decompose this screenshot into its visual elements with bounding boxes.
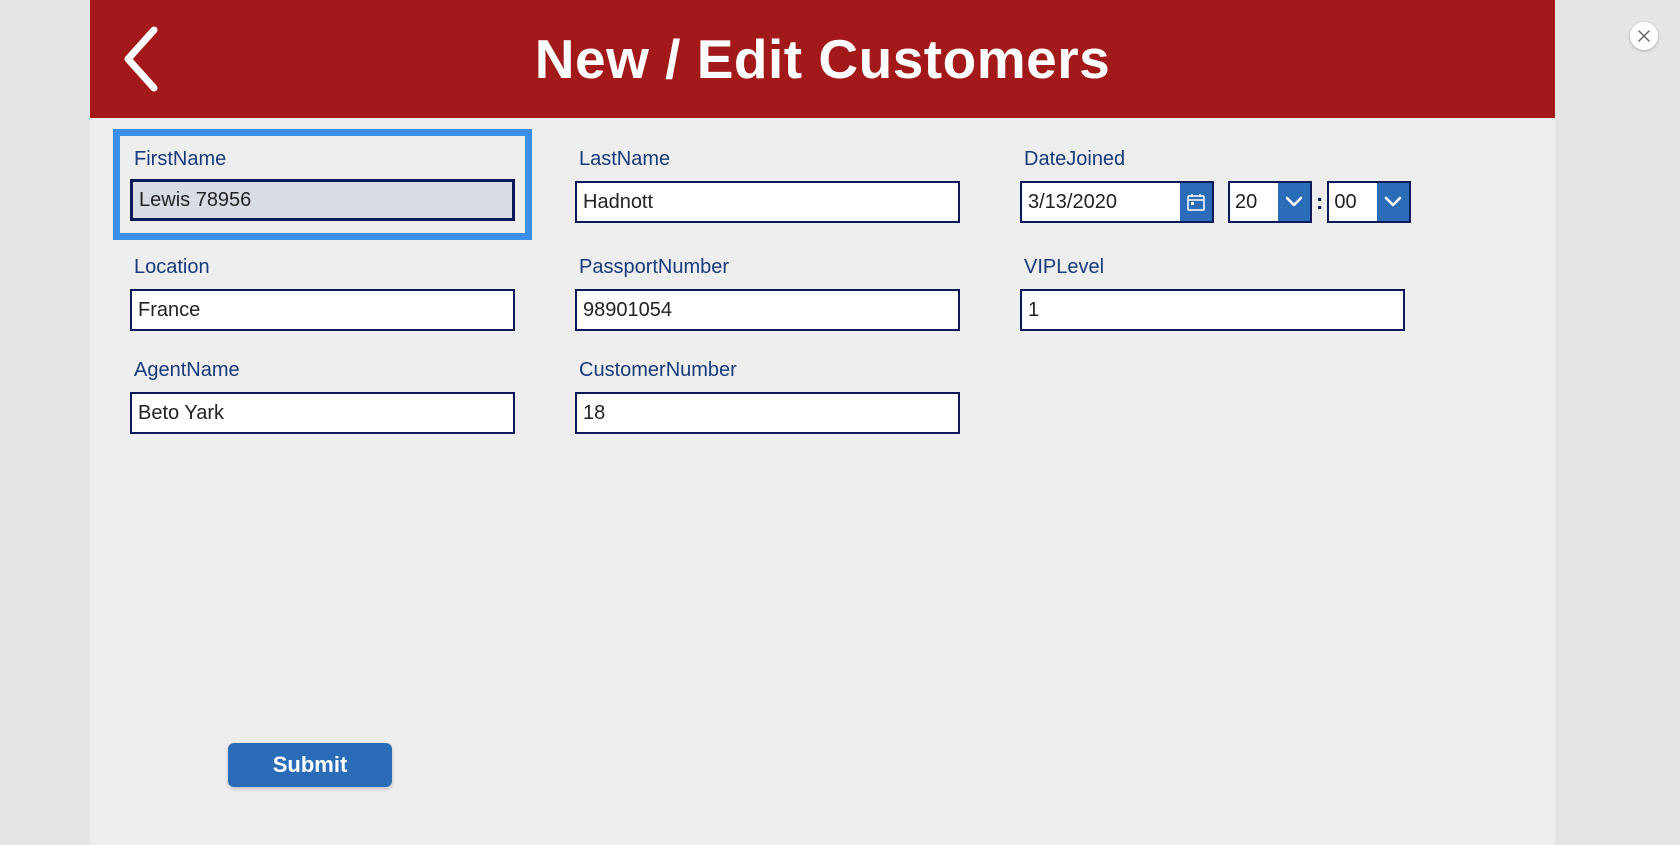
field-location: Location	[130, 256, 515, 331]
field-agentname: AgentName	[130, 359, 515, 434]
chevron-down-icon	[1384, 196, 1402, 208]
time-hour-value[interactable]: 20	[1228, 181, 1278, 223]
location-input[interactable]	[130, 289, 515, 331]
time-minute-box: 00	[1327, 181, 1411, 223]
calendar-icon	[1187, 193, 1205, 211]
viplevel-label: VIPLevel	[1020, 256, 1405, 279]
field-datejoined: DateJoined	[1020, 148, 1411, 228]
date-input[interactable]	[1020, 181, 1180, 223]
customernumber-label: CustomerNumber	[575, 359, 960, 382]
header-bar: New / Edit Customers	[90, 0, 1555, 118]
calendar-button[interactable]	[1180, 181, 1214, 223]
form-row-2: Location PassportNumber VIPLevel	[130, 256, 1515, 331]
close-button[interactable]	[1630, 22, 1658, 50]
viplevel-input[interactable]	[1020, 289, 1405, 331]
date-row: 20 : 00	[1020, 181, 1411, 223]
agentname-label: AgentName	[130, 359, 515, 382]
datejoined-label: DateJoined	[1020, 148, 1411, 171]
time-separator: :	[1316, 189, 1323, 215]
close-icon	[1638, 30, 1650, 42]
time-select: 20 : 00	[1228, 181, 1411, 223]
passportnumber-label: PassportNumber	[575, 256, 960, 279]
form-row-1: FirstName LastName DateJoined	[130, 148, 1515, 228]
field-passportnumber: PassportNumber	[575, 256, 960, 331]
field-lastname: LastName	[575, 148, 960, 228]
page-container: New / Edit Customers FirstName LastName …	[90, 0, 1555, 845]
form-row-3: AgentName CustomerNumber	[130, 359, 1515, 434]
time-hour-dropdown[interactable]	[1278, 181, 1312, 223]
time-minute-value[interactable]: 00	[1327, 181, 1377, 223]
firstname-label: FirstName	[130, 148, 515, 171]
form-area: FirstName LastName DateJoined	[90, 118, 1555, 434]
firstname-input[interactable]	[130, 179, 515, 221]
lastname-label: LastName	[575, 148, 960, 171]
page-title: New / Edit Customers	[535, 27, 1110, 91]
field-customernumber: CustomerNumber	[575, 359, 960, 434]
time-hour-box: 20	[1228, 181, 1312, 223]
chevron-down-icon	[1285, 196, 1303, 208]
submit-button[interactable]: Submit	[228, 743, 392, 787]
field-viplevel: VIPLevel	[1020, 256, 1405, 331]
back-button[interactable]	[120, 24, 160, 94]
date-input-wrap	[1020, 181, 1214, 223]
lastname-input[interactable]	[575, 181, 960, 223]
agentname-input[interactable]	[130, 392, 515, 434]
passportnumber-input[interactable]	[575, 289, 960, 331]
time-minute-dropdown[interactable]	[1377, 181, 1411, 223]
customernumber-input[interactable]	[575, 392, 960, 434]
back-arrow-icon	[120, 24, 160, 94]
location-label: Location	[130, 256, 515, 279]
field-firstname-highlight: FirstName	[113, 129, 532, 240]
